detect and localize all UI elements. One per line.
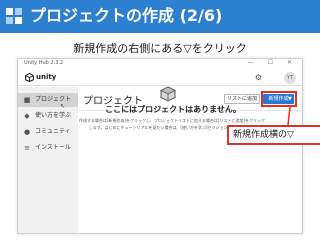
sidebar-item-community[interactable]: ● コミュニティ bbox=[18, 125, 78, 139]
list-icon: ≡ bbox=[24, 144, 30, 152]
slide-title: プロジェクトの作成 (2/6) bbox=[30, 6, 223, 25]
window-title: Unity Hub 2.3.2 bbox=[24, 60, 64, 66]
unity-hub-window: Unity Hub 2.3.2 — ☐ ✕ unity ⚙ YT ■ プロジェク… bbox=[17, 58, 303, 234]
people-icon: ● bbox=[23, 128, 31, 136]
callout-label: 新規作成横の▽ bbox=[227, 125, 320, 145]
app-header: unity ⚙ YT bbox=[18, 70, 302, 86]
highlight-box bbox=[261, 91, 297, 107]
sidebar-item-installs[interactable]: ≡ インストール bbox=[18, 141, 78, 155]
slide-logo-icon bbox=[6, 8, 24, 26]
unity-logo-icon bbox=[25, 73, 34, 82]
unity-brand: unity bbox=[36, 73, 57, 81]
sidebar-item-label: インストール bbox=[35, 144, 71, 151]
empty-cube-icon bbox=[160, 86, 176, 102]
slide-title-bar: プロジェクトの作成 (2/6) bbox=[0, 0, 320, 33]
slide-subtitle: 新規作成の右側にある▽をクリック bbox=[73, 42, 247, 55]
graduation-cap-icon: ◆ bbox=[24, 112, 30, 120]
add-to-list-button[interactable]: リストに追加 bbox=[224, 94, 260, 104]
cube-icon: ■ bbox=[23, 96, 31, 104]
user-avatar[interactable]: YT bbox=[284, 72, 296, 84]
empty-state-heading: ここにはプロジェクトはありません。 bbox=[105, 105, 241, 114]
window-controls[interactable]: — ☐ ✕ bbox=[248, 59, 298, 66]
sidebar-item-label: コミュニティ bbox=[35, 128, 71, 135]
settings-gear-icon[interactable]: ⚙ bbox=[253, 72, 264, 83]
window-title-bar: Unity Hub 2.3.2 — ☐ ✕ bbox=[18, 59, 302, 69]
